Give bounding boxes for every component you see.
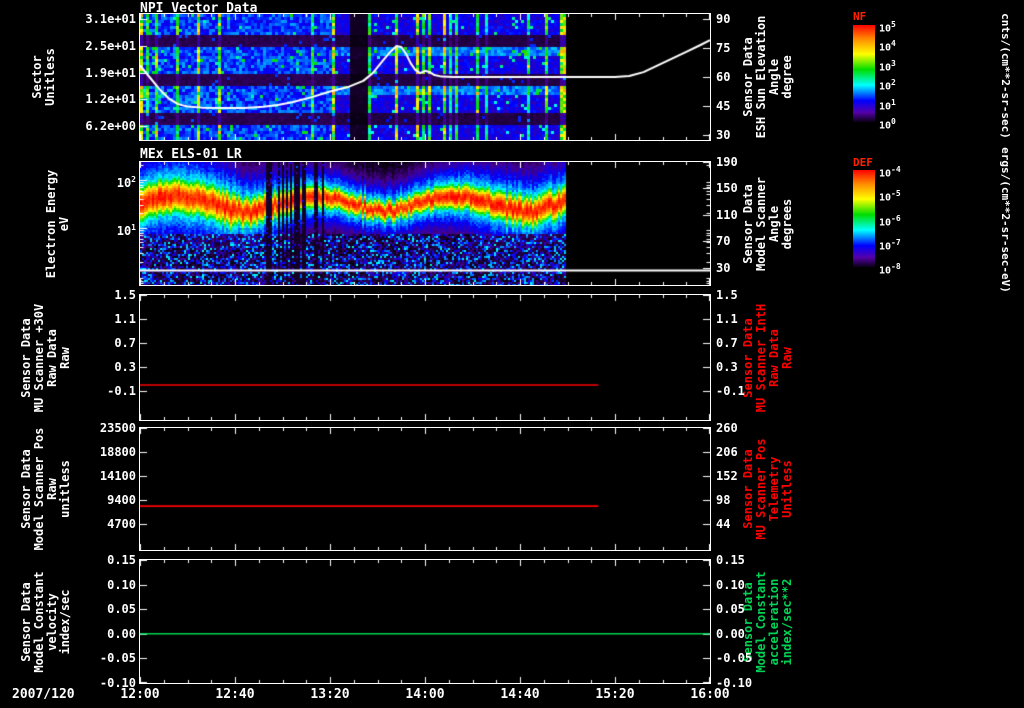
y-tick-label-left: 6.2e+00 bbox=[85, 119, 136, 134]
y-tick-label-left: 0.7 bbox=[114, 336, 136, 350]
y-tick-label-right: 0.3 bbox=[716, 360, 738, 374]
left-axis-title-electron-energy: Electron Energy eV bbox=[44, 169, 71, 279]
y-tick-label-left: -0.05 bbox=[99, 651, 136, 666]
y-tick-label-right: 98 bbox=[716, 493, 731, 507]
colorbar-tick-label: 10-6 bbox=[879, 213, 901, 228]
colorbar-tick-label: 104 bbox=[879, 39, 896, 54]
colorbar-tick-label: 100 bbox=[879, 117, 896, 132]
nf-colorbar-unit: cnts/(cm**2-sr-sec) bbox=[999, 13, 1012, 139]
y-tick-label-left: 0.00 bbox=[107, 626, 136, 641]
right-axis-title-mu-scanner-inth: Sensor Data MU Scanner IntH Raw Data Raw bbox=[741, 303, 794, 413]
y-tick-label-left: 1.9e+01 bbox=[85, 65, 136, 80]
panel-model-constant-velocity bbox=[139, 559, 711, 684]
y-tick-label-left: 0.15 bbox=[107, 553, 136, 567]
y-tick-label-left: 1.1 bbox=[114, 312, 136, 326]
y-tick-label-left: 18800 bbox=[99, 444, 136, 459]
y-tick-label-right: 206 bbox=[716, 445, 738, 459]
x-tick-label: 16:00 bbox=[690, 687, 730, 702]
def-colorbar-unit: ergs/(cm**2-sr-sec-eV) bbox=[999, 147, 1012, 293]
colorbar-tick-label: 103 bbox=[879, 58, 896, 74]
y-tick-label-left: 3.1e+01 bbox=[85, 12, 136, 27]
y-tick-label-left: 1.2e+01 bbox=[85, 92, 136, 107]
model-constant-velocity-canvas bbox=[140, 560, 710, 683]
left-axis-title-mu-scanner-30v: Sensor Data MU Scanner +30V Raw Data Raw bbox=[19, 303, 72, 413]
y-tick-label-right: 70 bbox=[716, 234, 731, 249]
panel-model-scanner-pos bbox=[139, 427, 711, 551]
y-tick-label-left: 101 bbox=[116, 222, 136, 238]
colorbar-tick-label: 10-7 bbox=[879, 237, 901, 253]
y-tick-label-left: 9400 bbox=[107, 492, 136, 507]
y-tick-label-right: 260 bbox=[716, 421, 738, 435]
colorbar-tick-label: 10-8 bbox=[879, 262, 901, 277]
y-tick-label-left: -0.1 bbox=[107, 384, 136, 398]
model-scanner-pos-canvas bbox=[140, 428, 710, 550]
def-colorbar bbox=[853, 170, 875, 267]
colorbar-tick-label: 102 bbox=[879, 78, 896, 93]
x-tick-label: 15:20 bbox=[595, 687, 635, 702]
spectrogram-dashboard: NPI Vector Data MEx ELS-01 LR Sector Uni… bbox=[0, 0, 1024, 708]
x-tick-label: 12:00 bbox=[120, 687, 160, 702]
els-spectrogram-canvas bbox=[140, 162, 710, 285]
x-tick-label: 14:40 bbox=[500, 687, 540, 702]
y-tick-label-right: 44 bbox=[716, 517, 731, 531]
y-tick-label-right: 0.7 bbox=[716, 336, 738, 350]
y-tick-label-right: 110 bbox=[716, 207, 738, 222]
panel-npi-spectrogram bbox=[139, 13, 711, 141]
npi-spectrogram-canvas bbox=[140, 14, 710, 140]
panel-els-spectrogram bbox=[139, 161, 711, 286]
y-tick-label-right: 90 bbox=[716, 11, 731, 26]
y-tick-label-right: 60 bbox=[716, 70, 731, 84]
y-tick-label-right: 0.15 bbox=[716, 553, 745, 567]
y-tick-label-right: 30 bbox=[716, 260, 731, 275]
y-tick-label-right: -0.1 bbox=[716, 384, 745, 398]
y-tick-label-left: 0.3 bbox=[114, 360, 136, 374]
left-axis-title-model-scanner-pos: Sensor Data Model Scanner Pos Raw unitle… bbox=[19, 427, 72, 551]
y-tick-label-left: 102 bbox=[116, 174, 136, 190]
right-axis-title-mu-scanner-pos: Sensor Data MU Scanner Pos Telemetry Uni… bbox=[741, 438, 794, 540]
left-axis-title-sector: Sector Unitless bbox=[30, 48, 57, 106]
y-tick-label-right: 1.5 bbox=[716, 288, 738, 302]
x-tick-label: 13:20 bbox=[310, 687, 350, 702]
colorbar-tick-label: 105 bbox=[879, 20, 896, 35]
y-tick-label-right: 0.10 bbox=[716, 577, 745, 592]
left-axis-title-model-constant-velocity: Sensor Data Model Constant velocity inde… bbox=[19, 571, 72, 673]
y-tick-label-right: 190 bbox=[716, 155, 738, 169]
y-tick-label-left: 1.5 bbox=[114, 288, 136, 302]
colorbar-tick-label: 101 bbox=[879, 97, 896, 112]
y-tick-label-left: 23500 bbox=[99, 421, 136, 435]
y-tick-label-right: 30 bbox=[716, 128, 731, 143]
colorbar-tick-label: 10-4 bbox=[879, 165, 901, 180]
colorbar-tick-label: 10-5 bbox=[879, 189, 901, 204]
date-label: 2007/120 bbox=[12, 687, 75, 702]
y-tick-label-right: 0.05 bbox=[716, 602, 745, 617]
y-tick-label-right: 0.00 bbox=[716, 626, 745, 641]
def-colorbar-label: DEF bbox=[853, 156, 873, 169]
y-tick-label-right: 45 bbox=[716, 99, 731, 114]
y-tick-label-left: 4700 bbox=[107, 516, 136, 531]
x-tick-label: 12:40 bbox=[215, 687, 255, 702]
y-tick-label-right: 152 bbox=[716, 469, 738, 483]
right-axis-title-sun-elevation: Sensor Data ESH Sun Elevation Angle degr… bbox=[741, 15, 794, 139]
y-tick-label-left: 2.5e+01 bbox=[85, 38, 136, 53]
y-tick-label-left: 0.10 bbox=[107, 577, 136, 592]
x-tick-label: 14:00 bbox=[405, 687, 445, 702]
y-tick-label-right: 1.1 bbox=[716, 312, 738, 326]
y-tick-label-right: 75 bbox=[716, 40, 731, 55]
nf-colorbar bbox=[853, 25, 875, 122]
mu-scanner-30v-canvas bbox=[140, 295, 710, 420]
right-axis-title-scanner-angle: Sensor Data Model Scanner Angle degrees bbox=[741, 177, 794, 271]
panel-mu-scanner-30v bbox=[139, 294, 711, 421]
y-tick-label-right: 150 bbox=[716, 181, 738, 196]
y-tick-label-right: -0.05 bbox=[716, 651, 753, 666]
panel-title-els: MEx ELS-01 LR bbox=[140, 147, 242, 162]
y-tick-label-left: 14100 bbox=[99, 468, 136, 483]
y-tick-label-left: 0.05 bbox=[107, 602, 136, 617]
nf-colorbar-label: NF bbox=[853, 10, 867, 23]
